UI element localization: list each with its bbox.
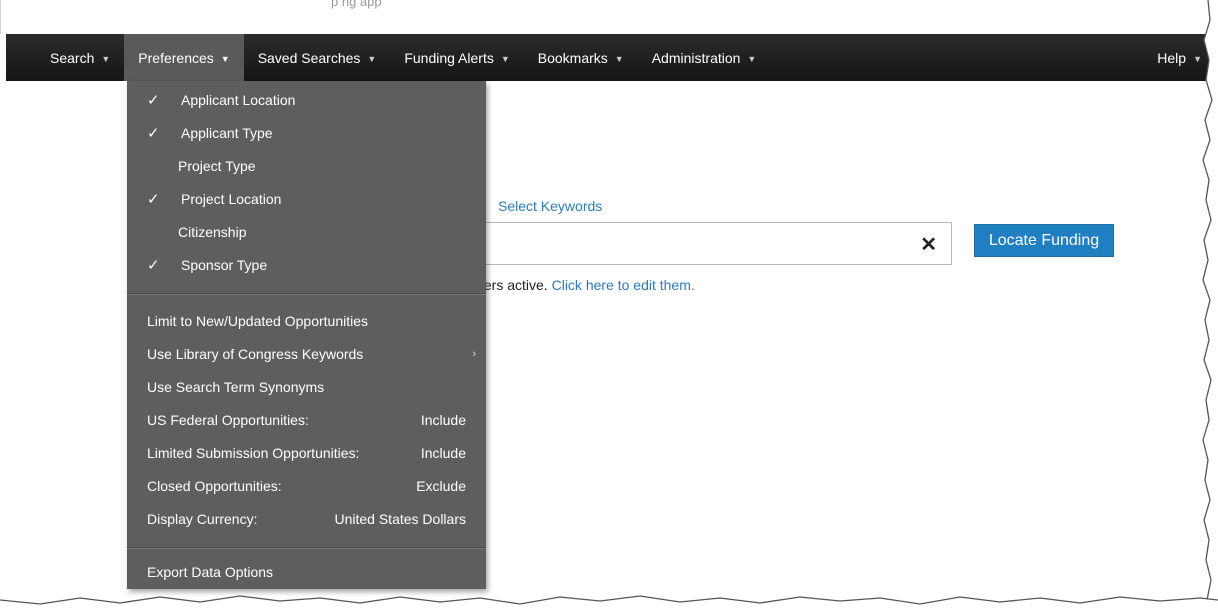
nav-help-label: Help (1157, 49, 1187, 66)
menu-item-citizenship[interactable]: Citizenship (127, 217, 486, 247)
torn-edge-right (1202, 0, 1218, 612)
menu-divider (127, 293, 486, 295)
menu-item-limit-new-updated[interactable]: Limit to New/Updated Opportunities (127, 306, 486, 336)
menu-item-label: Applicant Location (181, 92, 296, 108)
menu-item-label: Display Currency: (147, 511, 258, 527)
chevron-down-icon: ▼ (500, 53, 510, 64)
nav-preferences[interactable]: Preferences ▼ (124, 34, 244, 81)
chevron-down-icon: ▼ (614, 53, 624, 64)
menu-divider (127, 547, 486, 549)
menu-item-project-location[interactable]: ✓ Project Location (127, 184, 486, 214)
check-icon: ✓ (147, 191, 160, 208)
menu-item-label: Project Location (181, 191, 282, 207)
nav-bookmarks[interactable]: Bookmarks ▼ (524, 34, 638, 81)
search-box: ✕ (470, 222, 952, 265)
menu-item-label: Sponsor Type (181, 257, 268, 273)
chevron-down-icon: ▼ (747, 53, 757, 64)
submenu-arrow-icon: › (472, 348, 476, 360)
clear-icon[interactable]: ✕ (920, 232, 937, 257)
main-navbar: Search ▼ Preferences ▼ Saved Searches ▼ … (6, 34, 1218, 81)
nav-search[interactable]: Search ▼ (36, 34, 124, 81)
menu-item-search-synonyms[interactable]: Use Search Term Synonyms (127, 372, 486, 402)
page: p ng app Search ▼ Preferences ▼ Saved Se… (0, 0, 1218, 612)
edit-filters-link[interactable]: Click here to edit them. (552, 277, 695, 293)
nav-saved-searches-label: Saved Searches (257, 49, 361, 66)
top-strip: p ng app (0, 0, 1218, 34)
filters-status-text: ters active. (480, 277, 548, 293)
top-partial-text: p ng app (331, 0, 382, 9)
menu-item-label: Use Library of Congress Keywords (147, 346, 364, 362)
menu-item-value: United States Dollars (334, 511, 466, 527)
torn-edge-bottom (0, 595, 1218, 612)
search-input[interactable] (471, 223, 911, 264)
nav-bookmarks-label: Bookmarks (537, 49, 608, 66)
menu-item-limited-submission[interactable]: Limited Submission Opportunities: Includ… (127, 438, 486, 468)
menu-item-label: Project Type (178, 158, 256, 174)
menu-item-export-data[interactable]: Export Data Options (127, 557, 486, 587)
menu-item-value: Include (420, 412, 466, 428)
menu-item-applicant-location[interactable]: ✓ Applicant Location (127, 85, 486, 115)
menu-item-label: Limited Submission Opportunities: (147, 445, 360, 461)
nav-funding-alerts-label: Funding Alerts (404, 49, 494, 66)
menu-item-project-type[interactable]: Project Type (127, 151, 486, 181)
menu-item-label: Export Data Options (147, 564, 274, 580)
chevron-down-icon: ▼ (220, 53, 230, 64)
menu-item-applicant-type[interactable]: ✓ Applicant Type (127, 118, 486, 148)
menu-item-value: Include (420, 445, 466, 461)
nav-funding-alerts[interactable]: Funding Alerts ▼ (390, 34, 523, 81)
filters-status: ters active. Click here to edit them. (480, 277, 695, 293)
menu-item-label: US Federal Opportunities: (147, 412, 309, 428)
menu-item-closed-opportunities[interactable]: Closed Opportunities: Exclude (127, 471, 486, 501)
nav-preferences-label: Preferences (138, 49, 214, 66)
preferences-dropdown: ✓ Applicant Location ✓ Applicant Type Pr… (127, 81, 486, 589)
menu-item-label: Closed Opportunities: (147, 478, 282, 494)
select-keywords-link[interactable]: Select Keywords (498, 198, 602, 214)
nav-administration-label: Administration (651, 49, 741, 66)
nav-search-label: Search (50, 49, 95, 66)
menu-item-label: Applicant Type (181, 125, 273, 141)
locate-funding-button[interactable]: Locate Funding (974, 224, 1114, 257)
chevron-down-icon: ▼ (367, 53, 377, 64)
check-icon: ✓ (147, 125, 160, 142)
menu-item-value: Exclude (416, 478, 466, 494)
menu-item-label: Citizenship (178, 224, 247, 240)
chevron-down-icon: ▼ (101, 53, 111, 64)
menu-item-label: Use Search Term Synonyms (147, 379, 325, 395)
menu-item-sponsor-type[interactable]: ✓ Sponsor Type (127, 250, 486, 280)
menu-item-label: Limit to New/Updated Opportunities (147, 313, 368, 329)
check-icon: ✓ (147, 257, 160, 274)
menu-item-us-federal[interactable]: US Federal Opportunities: Include (127, 405, 486, 435)
nav-saved-searches[interactable]: Saved Searches ▼ (244, 34, 391, 81)
check-icon: ✓ (147, 92, 160, 109)
menu-item-display-currency[interactable]: Display Currency: United States Dollars (127, 504, 486, 534)
nav-administration[interactable]: Administration ▼ (638, 34, 771, 81)
menu-item-library-of-congress[interactable]: Use Library of Congress Keywords › (127, 339, 486, 369)
